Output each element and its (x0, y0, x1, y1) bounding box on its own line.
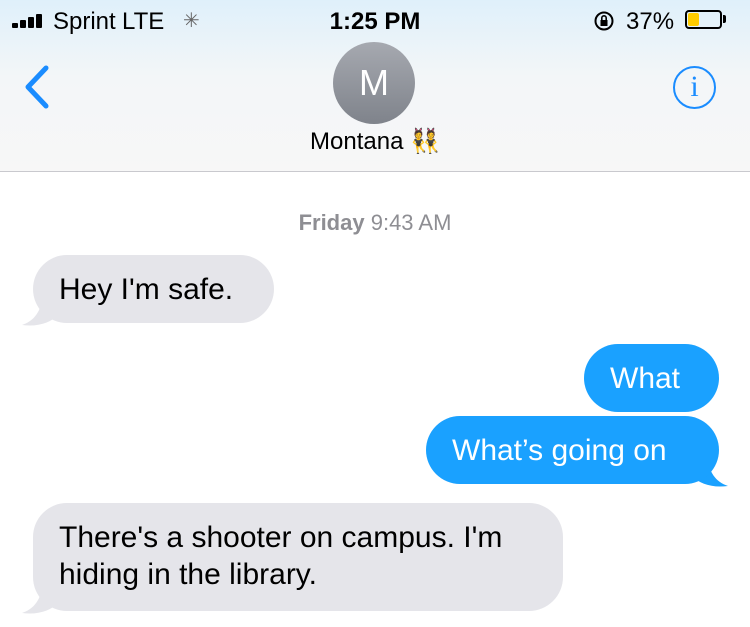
orientation-lock-icon (594, 11, 614, 31)
message-timestamp: Friday 9:43 AM (0, 210, 750, 236)
battery-percentage: 37% (626, 8, 675, 35)
back-button[interactable] (18, 64, 58, 110)
dancers-emoji-icon: 👯 (410, 128, 440, 155)
battery-nub (723, 15, 726, 23)
outgoing-message-bubble[interactable]: What’s going on (426, 416, 719, 484)
contact-name-text: Montana (310, 128, 404, 155)
contact-avatar[interactable]: M (333, 42, 415, 124)
battery-icon (685, 10, 722, 29)
info-button[interactable]: i (673, 66, 716, 109)
timestamp-day: Friday (298, 210, 365, 235)
info-icon: i (690, 70, 699, 103)
contact-title[interactable]: Montana 👯 (0, 127, 750, 156)
incoming-message-bubble[interactable]: There's a shooter on campus. I'm hiding … (33, 503, 563, 611)
timestamp-time: 9:43 AM (370, 210, 452, 235)
chevron-left-icon (25, 65, 49, 109)
incoming-message-bubble[interactable]: Hey I'm safe. (33, 255, 274, 323)
navigation-header: Sprint LTE ✳ 1:25 PM 37% M Montana 👯 i (0, 0, 750, 172)
outgoing-message-bubble[interactable]: What (584, 344, 719, 412)
